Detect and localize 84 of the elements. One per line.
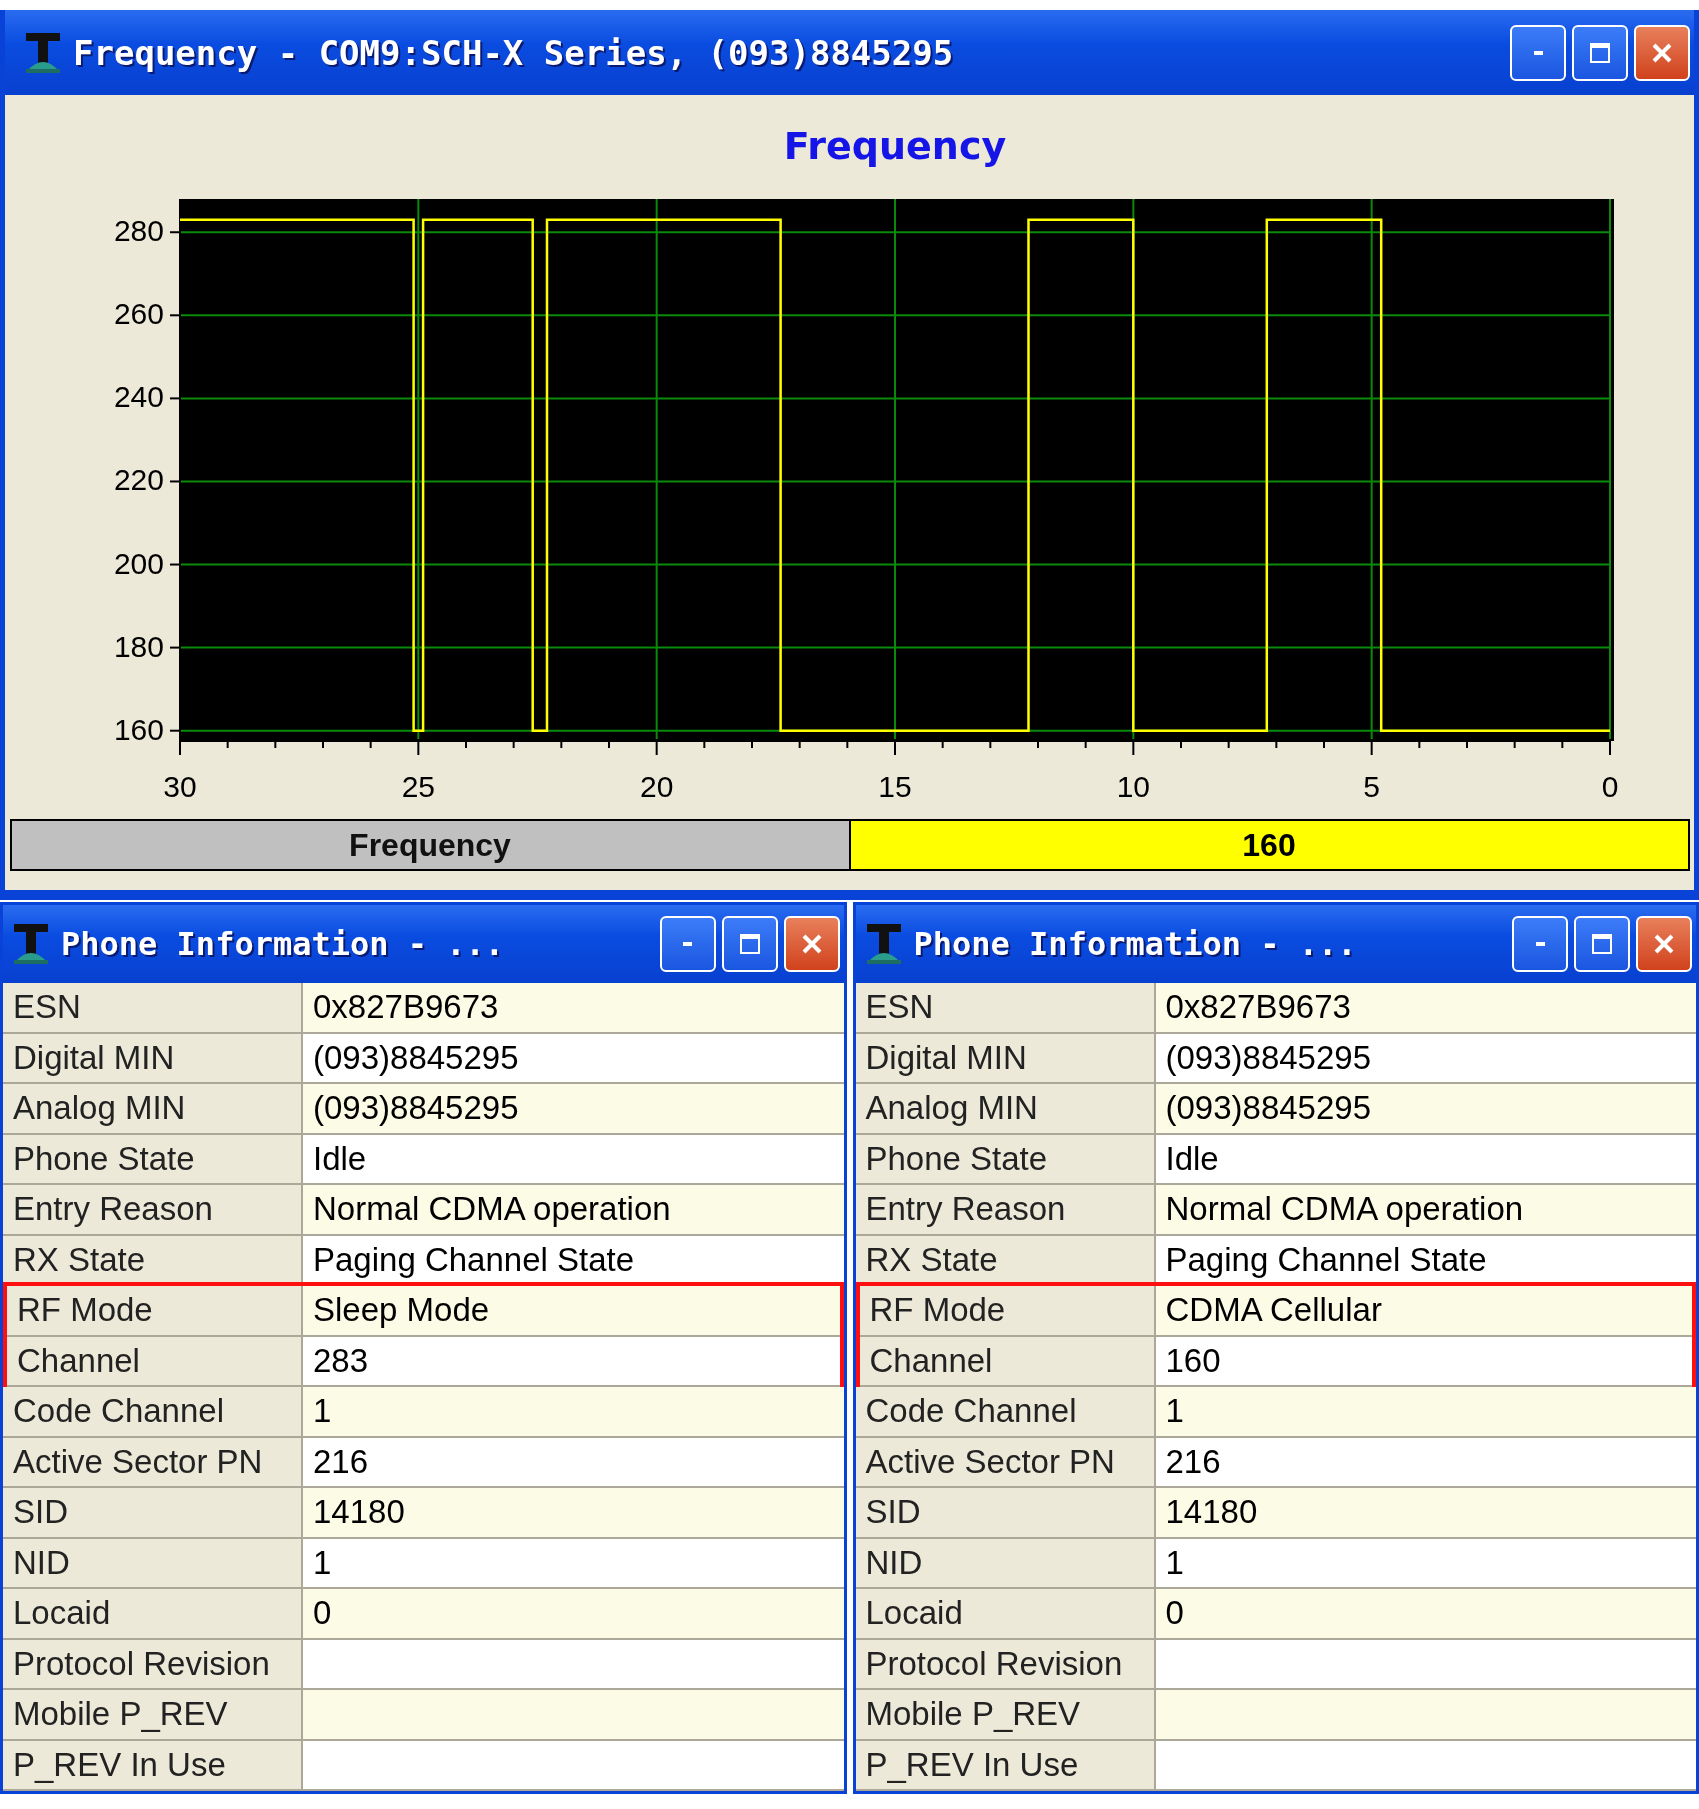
- app-icon: [11, 922, 51, 966]
- chart-title: Frequency: [783, 124, 1006, 168]
- property-label: Protocol Revision: [3, 1639, 303, 1690]
- property-value: Sleep Mode: [303, 1286, 840, 1337]
- property-value: CDMA Cellular: [1155, 1286, 1692, 1337]
- minimize-button[interactable]: [1510, 24, 1566, 81]
- property-value: 1: [303, 1387, 844, 1438]
- property-value: Normal CDMA operation: [1155, 1185, 1696, 1236]
- x-tick-label: 25: [401, 770, 435, 803]
- property-value: 14180: [1155, 1488, 1696, 1539]
- property-label: Channel: [859, 1336, 1156, 1387]
- property-label: Active Sector PN: [855, 1437, 1156, 1488]
- close-button[interactable]: [783, 916, 840, 972]
- y-tick-label: 220: [113, 463, 164, 497]
- property-value: Normal CDMA operation: [303, 1185, 844, 1236]
- property-label: Digital MIN: [3, 1033, 303, 1084]
- maximize-button[interactable]: [721, 916, 778, 972]
- status-value: 160: [850, 821, 1688, 869]
- maximize-icon: [1592, 934, 1612, 954]
- window-title: Phone Information - ...: [61, 925, 506, 963]
- property-label: Active Sector PN: [3, 1437, 303, 1488]
- property-label: SID: [3, 1488, 303, 1539]
- close-button[interactable]: [1636, 916, 1692, 972]
- y-tick-label: 260: [113, 297, 164, 331]
- minimize-button[interactable]: [659, 916, 716, 972]
- property-label: Mobile P_REV: [855, 1690, 1156, 1741]
- property-label: Entry Reason: [3, 1185, 303, 1236]
- property-label: Protocol Revision: [855, 1639, 1156, 1690]
- close-icon: [1654, 934, 1674, 954]
- property-label: NID: [855, 1538, 1156, 1589]
- x-tick-label: 10: [1116, 770, 1150, 803]
- property-label: Analog MIN: [3, 1084, 303, 1135]
- y-tick-label: 180: [113, 629, 164, 663]
- property-value: 1: [1155, 1387, 1696, 1438]
- property-label: RF Mode: [7, 1286, 303, 1337]
- property-label: Locaid: [855, 1589, 1156, 1640]
- minimize-icon: [683, 942, 692, 946]
- property-value: (093)8845295: [1155, 1084, 1696, 1135]
- property-label: Entry Reason: [855, 1185, 1156, 1236]
- x-tick-label: 30: [162, 770, 197, 803]
- maximize-icon: [739, 934, 760, 954]
- property-label: Code Channel: [3, 1387, 303, 1438]
- property-label: Locaid: [3, 1589, 303, 1640]
- property-value: 0: [1155, 1589, 1696, 1640]
- property-label: Channel: [7, 1336, 303, 1387]
- property-label: Phone State: [855, 1134, 1156, 1185]
- x-tick-label: 15: [877, 770, 912, 803]
- property-label: Digital MIN: [855, 1033, 1156, 1084]
- close-icon: [801, 934, 822, 954]
- close-button[interactable]: [1634, 24, 1690, 81]
- y-tick-label: 240: [113, 380, 164, 414]
- minimize-button[interactable]: [1512, 916, 1568, 972]
- property-value: 0x827B9673: [1155, 983, 1696, 1034]
- minimize-icon: [1533, 50, 1543, 55]
- property-label: NID: [3, 1538, 303, 1589]
- maximize-button[interactable]: [1572, 24, 1628, 81]
- property-label: SID: [855, 1488, 1156, 1539]
- property-label: RF Mode: [859, 1286, 1156, 1337]
- maximize-button[interactable]: [1574, 916, 1630, 972]
- x-tick-label: 0: [1601, 770, 1618, 803]
- window-title: Frequency - COM9:SCH-X Series, (093)8845295: [73, 32, 955, 73]
- property-label: Phone State: [3, 1134, 303, 1185]
- property-label: Mobile P_REV: [3, 1690, 303, 1741]
- status-label: Frequency: [11, 821, 851, 869]
- property-label: ESN: [855, 983, 1156, 1034]
- property-label: P_REV In Use: [3, 1740, 303, 1791]
- property-value: 0: [303, 1589, 844, 1640]
- window-title: Phone Information - ...: [913, 925, 1358, 963]
- property-value: (093)8845295: [303, 1084, 844, 1135]
- x-tick-label: 5: [1362, 770, 1380, 803]
- app-icon: [23, 30, 63, 75]
- y-tick-label: 200: [113, 546, 164, 580]
- property-value: 0x827B9673: [303, 983, 844, 1034]
- y-tick-label: 280: [113, 214, 164, 248]
- property-label: Analog MIN: [855, 1084, 1156, 1135]
- property-label: Code Channel: [855, 1387, 1156, 1438]
- maximize-icon: [1590, 42, 1610, 63]
- y-tick-label: 160: [113, 712, 164, 746]
- property-label: P_REV In Use: [855, 1740, 1156, 1791]
- minimize-icon: [1535, 942, 1545, 946]
- property-label: ESN: [3, 983, 303, 1034]
- close-icon: [1652, 42, 1672, 63]
- property-value: 14180: [303, 1488, 844, 1539]
- x-tick-label: 20: [639, 770, 673, 803]
